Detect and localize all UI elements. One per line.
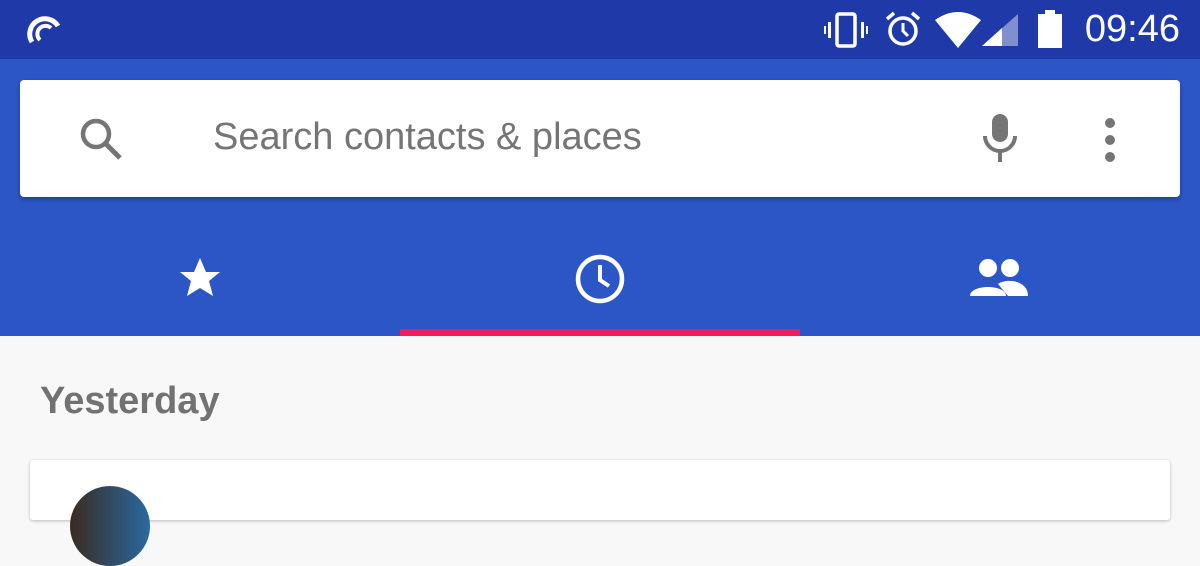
selected-tab-indicator bbox=[400, 329, 800, 336]
search-input[interactable]: Search contacts & places bbox=[213, 116, 642, 159]
alarm-icon bbox=[885, 11, 921, 46]
clock-time: 09:46 bbox=[1084, 8, 1180, 50]
wifi-icon bbox=[935, 12, 981, 48]
tab-contacts[interactable] bbox=[800, 220, 1200, 336]
battery-icon bbox=[1038, 10, 1062, 48]
call-log-card[interactable] bbox=[30, 460, 1170, 566]
tab-favorites[interactable] bbox=[0, 220, 400, 336]
tab-recents[interactable] bbox=[400, 220, 800, 336]
people-icon bbox=[970, 259, 1028, 296]
section-header: Yesterday bbox=[40, 380, 220, 422]
signal-icon bbox=[982, 14, 1018, 46]
mic-icon[interactable] bbox=[982, 112, 1018, 164]
vibrate-icon bbox=[824, 12, 868, 48]
search-icon[interactable] bbox=[78, 116, 124, 162]
more-vert-icon[interactable] bbox=[1102, 118, 1118, 162]
search-bar[interactable]: Search contacts & places bbox=[20, 80, 1180, 197]
status-bar: 09:46 bbox=[0, 0, 1200, 59]
star-icon bbox=[180, 258, 220, 296]
avatar[interactable] bbox=[70, 486, 150, 566]
clock-icon bbox=[575, 254, 625, 304]
app-notification-icon bbox=[27, 16, 61, 44]
